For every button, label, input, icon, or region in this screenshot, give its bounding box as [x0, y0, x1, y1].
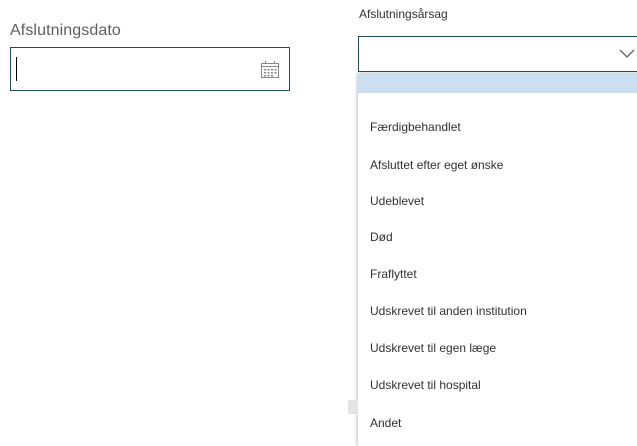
end-date-label: Afslutningsdato: [10, 22, 121, 39]
option-udeblevet[interactable]: Udeblevet: [358, 183, 637, 219]
calendar-icon[interactable]: [261, 61, 279, 78]
end-reason-dropdown-list: Færdigbehandlet Afsluttet efter eget øns…: [358, 73, 637, 446]
chevron-down-icon[interactable]: [619, 47, 635, 59]
option-udskrevet-til-egen-laege[interactable]: Udskrevet til egen læge: [358, 330, 637, 366]
scrollbar-fragment: [348, 400, 358, 414]
end-date-input[interactable]: [10, 47, 290, 91]
option-empty[interactable]: [358, 73, 637, 93]
option-udskrevet-til-hospital[interactable]: Udskrevet til hospital: [358, 367, 637, 403]
option-andet[interactable]: Andet: [358, 405, 637, 441]
option-fraflyttet[interactable]: Fraflyttet: [358, 256, 637, 292]
option-udskrevet-til-anden-institution[interactable]: Udskrevet til anden institution: [358, 293, 637, 329]
option-dod[interactable]: Død: [358, 219, 637, 255]
option-faerdigbehandlet[interactable]: Færdigbehandlet: [358, 109, 637, 145]
end-reason-label: Afslutningsårsag: [359, 7, 448, 21]
option-afsluttet-efter-eget-onske[interactable]: Afsluttet efter eget ønske: [358, 147, 637, 183]
end-reason-select[interactable]: [358, 36, 637, 72]
text-caret: [16, 57, 17, 81]
form-page: Afslutningsdato Afslutningsårsag Færdigb…: [0, 0, 637, 446]
